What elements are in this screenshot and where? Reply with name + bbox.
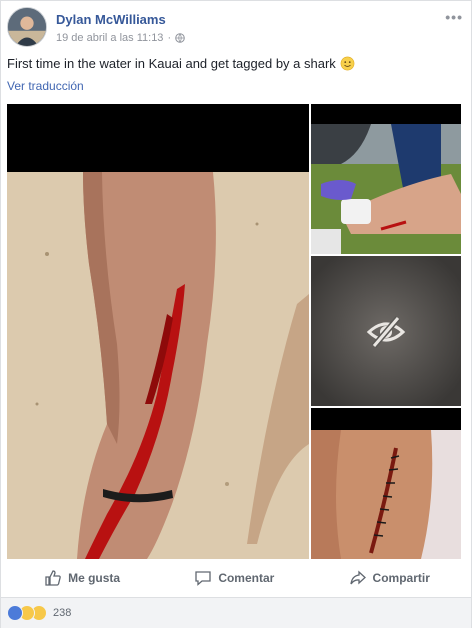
comment-icon: [195, 571, 211, 586]
photo-middle-right[interactable]: [311, 256, 461, 406]
share-icon: [349, 570, 366, 585]
post-message: First time in the water in Kauai and get…: [7, 56, 336, 71]
post-card: Dylan McWilliams 19 de abril a las 11:13…: [0, 0, 472, 628]
avatar[interactable]: [7, 7, 47, 47]
avatar-image: [8, 8, 46, 46]
leg-wound-photo: [7, 104, 309, 559]
share-label: Compartir: [372, 571, 430, 585]
comment-label: Comentar: [218, 571, 275, 585]
timestamp[interactable]: 19 de abril a las 11:13: [56, 32, 163, 44]
post-meta: 19 de abril a las 11:13 ·: [56, 32, 185, 44]
author-name[interactable]: Dylan McWilliams: [56, 12, 166, 27]
like-label: Me gusta: [68, 571, 121, 585]
photo-main[interactable]: [7, 104, 309, 559]
reaction-icons: [7, 605, 47, 621]
reaction-count[interactable]: 238: [53, 607, 71, 619]
reactions-bar[interactable]: 238: [1, 597, 471, 628]
photo-bottom-right[interactable]: [311, 408, 461, 559]
medic-photo: [311, 104, 461, 254]
like-reaction-icon: [7, 605, 23, 621]
post-text: First time in the water in Kauai and get…: [7, 56, 355, 71]
eye-slash-icon[interactable]: [366, 314, 406, 350]
comment-button[interactable]: Comentar: [194, 569, 274, 587]
globe-icon[interactable]: [175, 33, 185, 43]
see-translation-link[interactable]: Ver traducción: [7, 79, 84, 93]
photo-top-right[interactable]: [311, 104, 461, 254]
share-button[interactable]: Compartir: [349, 569, 430, 587]
smiley-emoji-icon: [340, 56, 355, 71]
stitches-photo: [311, 408, 461, 559]
post-header: Dylan McWilliams 19 de abril a las 11:13…: [7, 7, 467, 51]
thumbs-up-icon: [45, 570, 61, 586]
more-options-icon[interactable]: •••: [445, 9, 463, 25]
like-button[interactable]: Me gusta: [44, 569, 120, 587]
post-actions: Me gusta Comentar Compartir: [7, 563, 467, 593]
